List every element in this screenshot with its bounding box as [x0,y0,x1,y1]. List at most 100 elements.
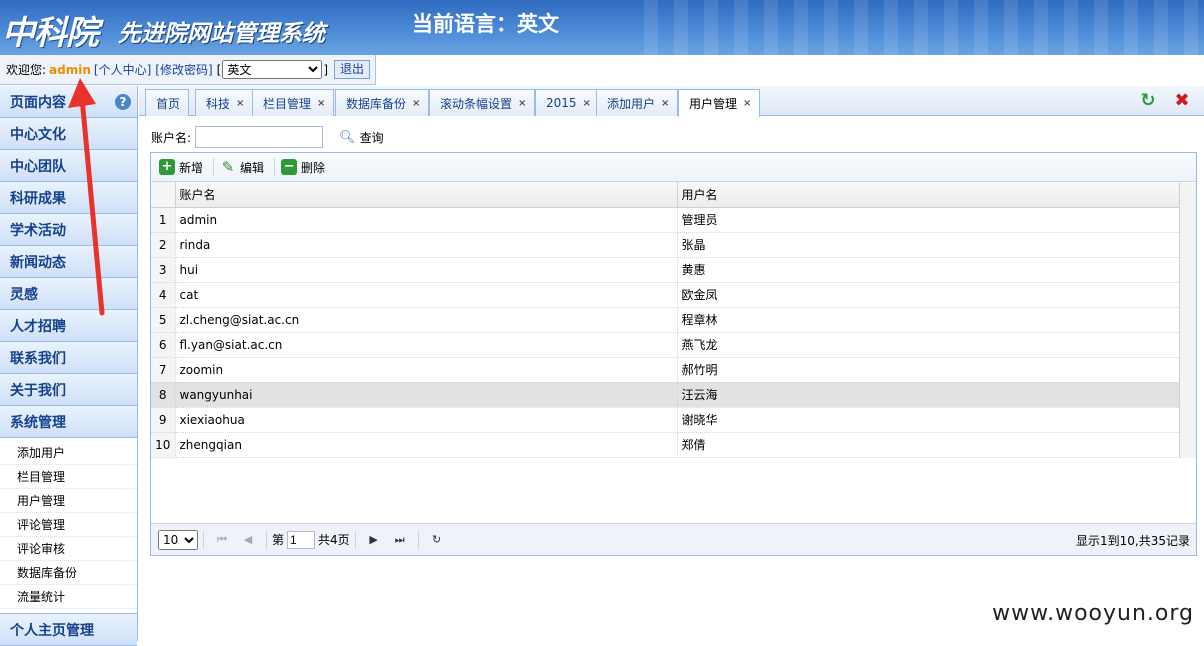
tab-db-backup[interactable]: 数据库备份× [335,89,429,116]
sidebar-section-academic[interactable]: 学术活动 [0,214,137,246]
tab-column-manage[interactable]: 栏目管理× [252,89,334,116]
row-number: 8 [151,382,175,407]
sidebar-section-page-content[interactable]: 页面内容 ? [0,86,137,118]
submenu-item-user-manage[interactable]: 用户管理 [0,489,137,513]
next-page-icon[interactable]: ▶ [366,532,382,548]
table-row[interactable]: 4cat欧金凤 [151,282,1180,307]
reload-icon[interactable]: ↻ [429,532,445,548]
table-row[interactable]: 3hui黄惠 [151,257,1180,282]
table-row[interactable]: 5zl.cheng@siat.ac.cn程章林 [151,307,1180,332]
cell-username[interactable]: 程章林 [677,307,1180,332]
last-page-icon[interactable]: ⏭︎ [392,532,408,548]
search-icon: 🔍︎ [339,130,356,145]
cell-account[interactable]: fl.yan@siat.ac.cn [175,332,677,357]
cell-username[interactable]: 汪云海 [677,382,1180,407]
table-row[interactable]: 10zhengqian郑倩 [151,432,1180,457]
sidebar-section-homepage[interactable]: 个人主页管理 [0,614,137,646]
tab-label: 添加用户 [607,95,655,112]
row-number: 6 [151,332,175,357]
change-password-link[interactable]: [修改密码] [155,61,212,78]
tab-user-manage[interactable]: 用户管理× [678,89,760,117]
sidebar-section-culture[interactable]: 中心文化 [0,118,137,150]
personal-center-link[interactable]: [个人中心] [94,61,151,78]
add-button[interactable]: + 新增 [159,159,211,176]
table-row[interactable]: 8wangyunhai汪云海 [151,382,1180,407]
cell-account[interactable]: admin [175,207,677,232]
first-page-icon[interactable]: ⏮︎ [214,532,230,548]
sidebar-section-label: 新闻动态 [10,252,66,272]
table-row[interactable]: 7zoomin郝竹明 [151,357,1180,382]
edit-button[interactable]: ✎ 编辑 [220,159,272,176]
submenu-item-comment-review[interactable]: 评论审核 [0,537,137,561]
cell-account[interactable]: xiexiaohua [175,407,677,432]
table-row[interactable]: 1admin管理员 [151,207,1180,232]
tab-close-icon[interactable]: × [743,98,751,109]
refresh-icon[interactable]: ↻ [1138,91,1158,111]
submenu-item-add-user[interactable]: 添加用户 [0,441,137,465]
user-table: 账户名 用户名 1admin管理员2rinda张晶3hui黄惠4cat欧金凤5z… [151,182,1181,458]
sidebar-section-recruitment[interactable]: 人才招聘 [0,310,137,342]
logout-button[interactable]: 退出 [334,60,370,79]
query-button[interactable]: 🔍︎ 查询 [339,129,384,146]
tab-label: 2015 [546,96,577,110]
table-row[interactable]: 9xiexiaohua谢晓华 [151,407,1180,432]
tab-banner-settings[interactable]: 滚动条幅设置× [429,89,535,116]
cell-username[interactable]: 燕飞龙 [677,332,1180,357]
cell-username[interactable]: 管理员 [677,207,1180,232]
tab-close-icon[interactable]: × [412,98,420,109]
submenu-item-column-manage[interactable]: 栏目管理 [0,465,137,489]
cell-account[interactable]: zoomin [175,357,677,382]
page-number-input[interactable] [287,531,315,549]
cell-account[interactable]: rinda [175,232,677,257]
page-size-select[interactable]: 10 [158,530,198,550]
table-body: 1admin管理员2rinda张晶3hui黄惠4cat欧金凤5zl.cheng@… [151,207,1180,457]
delete-button[interactable]: − 删除 [281,159,333,176]
close-all-icon[interactable]: ✖ [1172,91,1192,111]
language-select[interactable]: 英文 [222,60,322,79]
sidebar-section-label: 联系我们 [10,348,66,368]
sidebar-section-research[interactable]: 科研成果 [0,182,137,214]
cell-account[interactable]: hui [175,257,677,282]
cell-username[interactable]: 张晶 [677,232,1180,257]
sidebar-section-team[interactable]: 中心团队 [0,150,137,182]
tab-tech[interactable]: 科技× [195,89,253,116]
account-search-input[interactable] [195,126,323,148]
tab-close-icon[interactable]: × [518,98,526,109]
prev-page-icon[interactable]: ◀ [240,532,256,548]
cell-username[interactable]: 黄惠 [677,257,1180,282]
table-row[interactable]: 2rinda张晶 [151,232,1180,257]
cell-account[interactable]: cat [175,282,677,307]
tab-close-icon[interactable]: × [661,98,669,109]
help-icon[interactable]: ? [115,94,131,110]
cell-account[interactable]: wangyunhai [175,382,677,407]
cell-account[interactable]: zl.cheng@siat.ac.cn [175,307,677,332]
submenu-item-comment-manage[interactable]: 评论管理 [0,513,137,537]
sidebar-section-label: 个人主页管理 [10,620,94,640]
submenu-item-traffic[interactable]: 流量统计 [0,585,137,609]
cell-username[interactable]: 郝竹明 [677,357,1180,382]
tab-home[interactable]: 首页 [145,89,189,116]
column-header-username[interactable]: 用户名 [677,182,1180,207]
tab-add-user[interactable]: 添加用户 × [596,89,678,116]
edit-label: 编辑 [240,159,264,176]
table-row[interactable]: 6fl.yan@siat.ac.cn燕飞龙 [151,332,1180,357]
tab-close-icon[interactable]: × [583,98,591,109]
sidebar-section-news[interactable]: 新闻动态 [0,246,137,278]
column-header-account[interactable]: 账户名 [175,182,677,207]
cell-username[interactable]: 郑倩 [677,432,1180,457]
tab-close-icon[interactable]: × [236,98,244,109]
username-link[interactable]: admin [49,63,91,77]
sidebar-section-system[interactable]: 系统管理 [0,406,137,438]
pagination-bar: 10 ⏮︎ ◀ 第 共4页 ▶ ⏭︎ ↻ 显示1到10,共35记录 [151,523,1196,555]
sidebar-section-contact[interactable]: 联系我们 [0,342,137,374]
search-label: 账户名: [151,129,191,146]
sidebar-section-inspiration[interactable]: 灵感 [0,278,137,310]
cell-username[interactable]: 欧金凤 [677,282,1180,307]
vertical-scrollbar[interactable] [1179,183,1196,458]
sidebar-section-about[interactable]: 关于我们 [0,374,137,406]
cell-username[interactable]: 谢晓华 [677,407,1180,432]
tab-close-icon[interactable]: × [317,98,325,109]
cell-account[interactable]: zhengqian [175,432,677,457]
tab-2015[interactable]: 2015 × [535,89,600,116]
submenu-item-db-backup[interactable]: 数据库备份 [0,561,137,585]
